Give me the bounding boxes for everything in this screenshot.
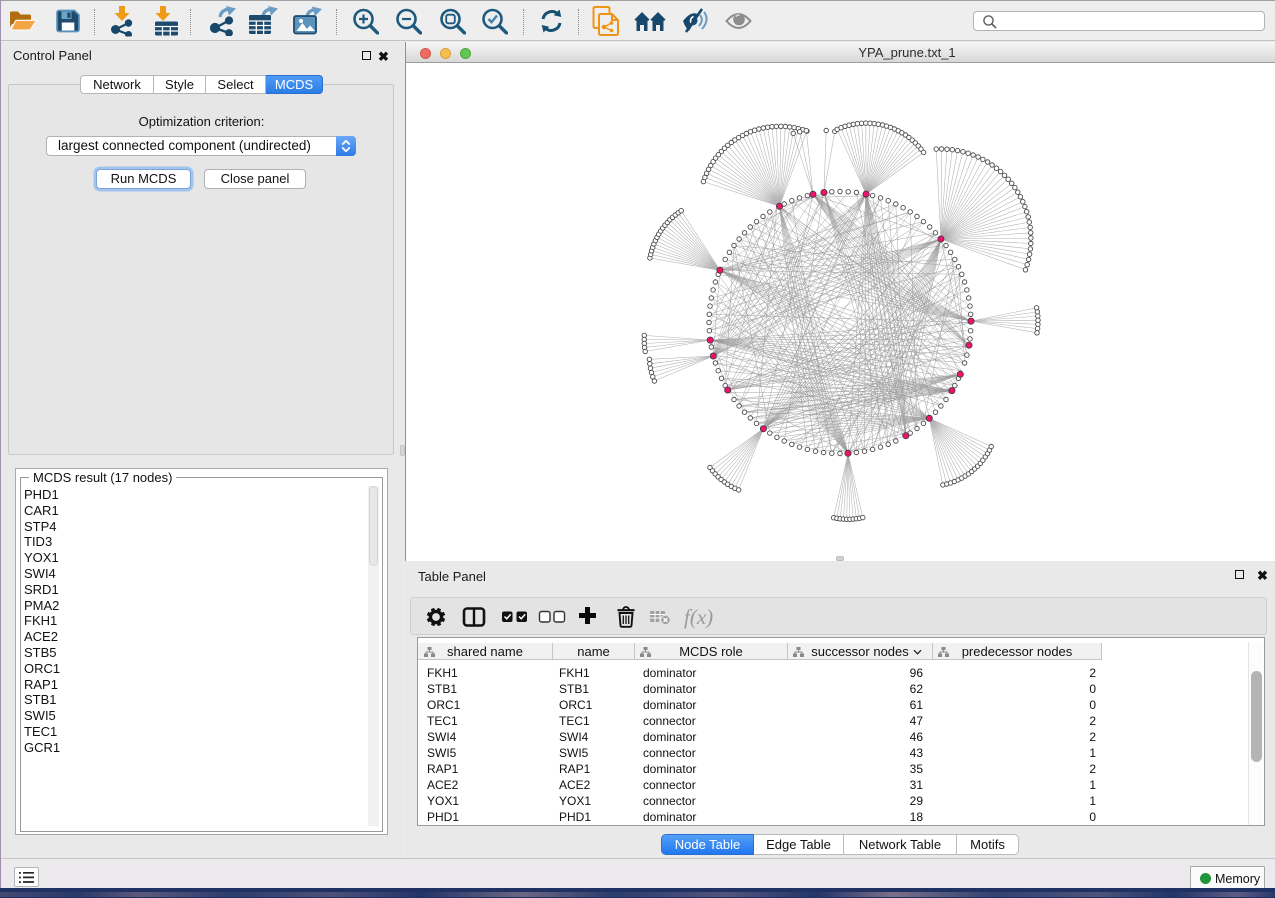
svg-text:f(x): f(x) <box>684 605 713 629</box>
